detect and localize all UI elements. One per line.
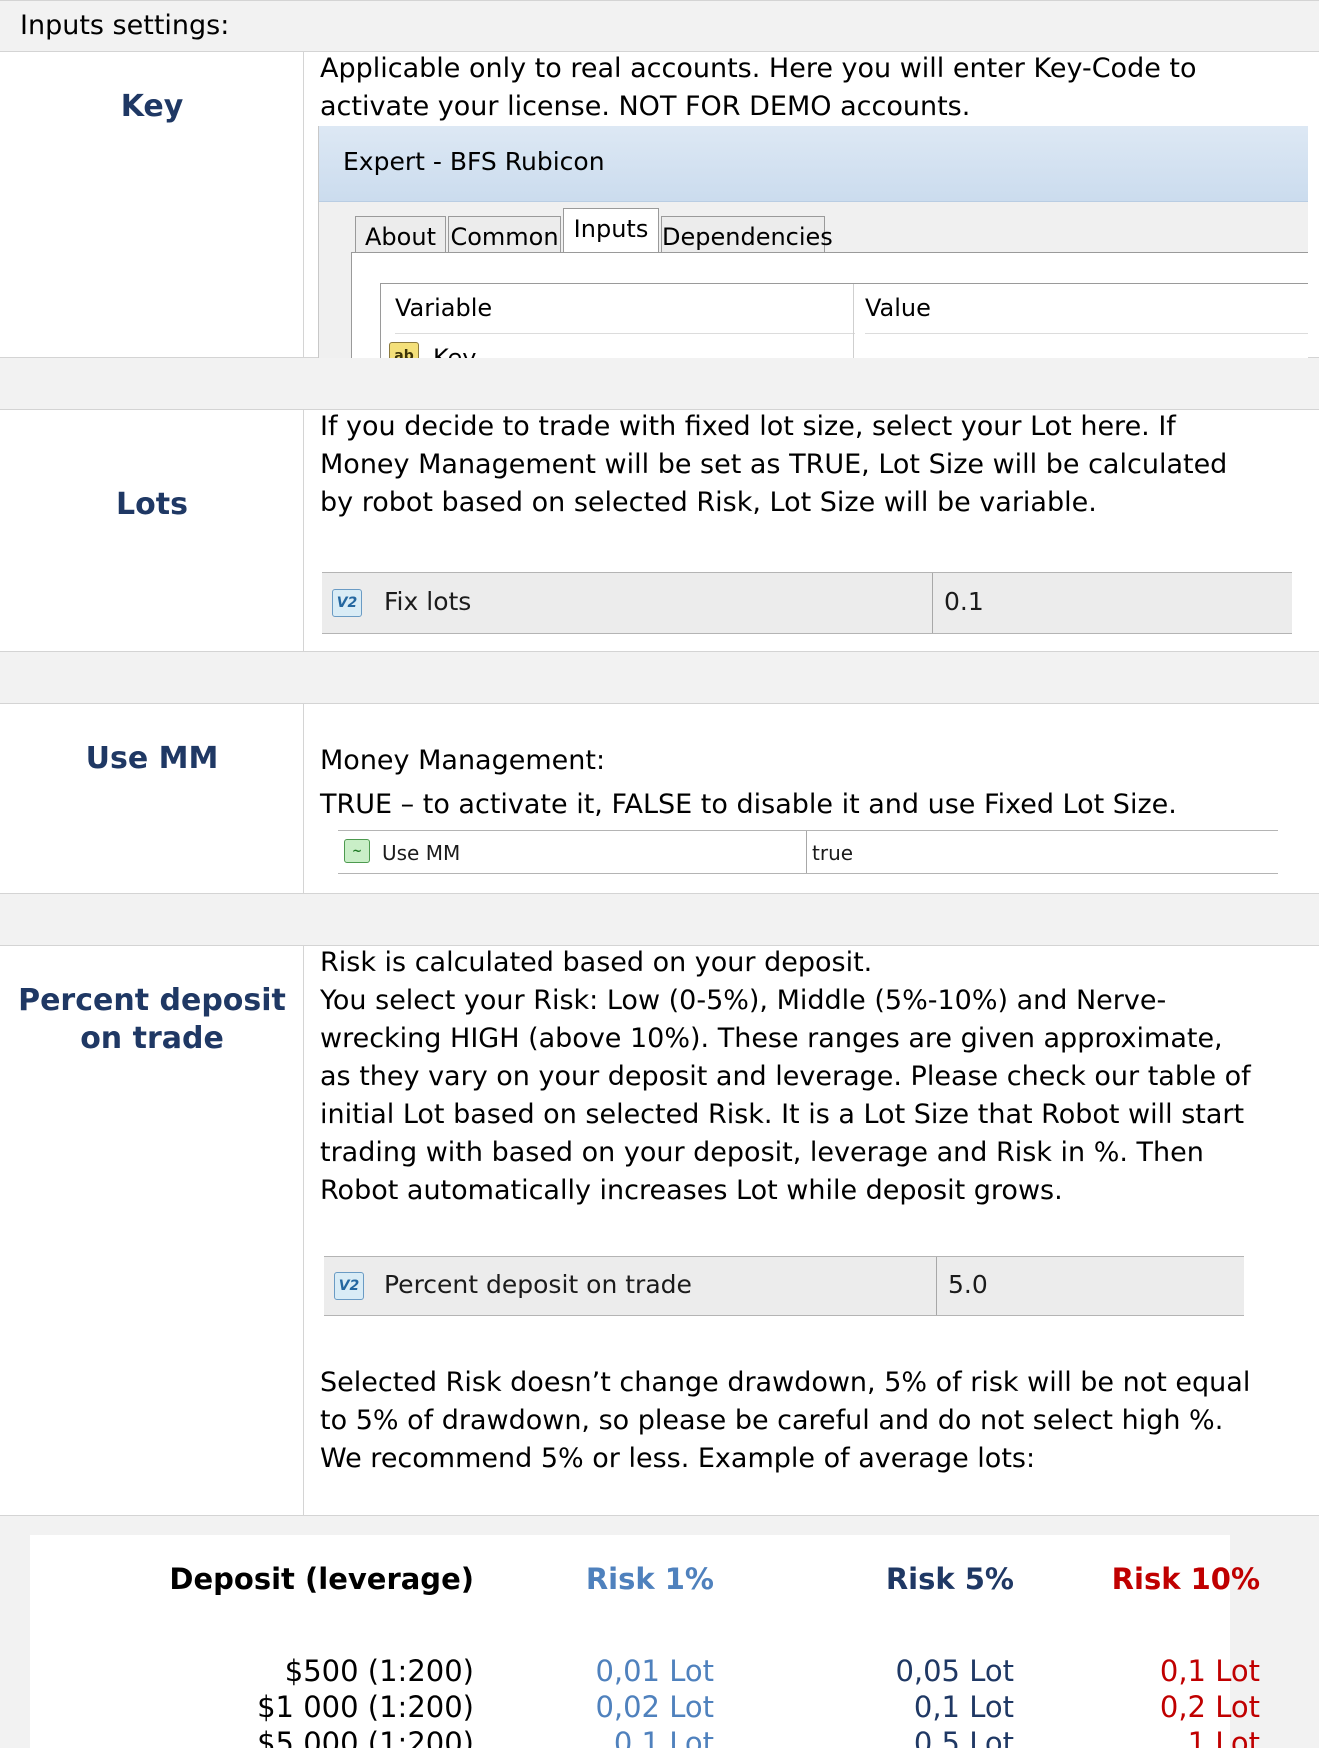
table-cell: 0,01 Lot — [595, 1654, 714, 1688]
fix-lots-variable: Fix lots — [384, 587, 472, 616]
use-mm-description: Money Management: TRUE – to activate it,… — [320, 742, 1301, 824]
use-mm-label: Use MM — [85, 741, 219, 776]
table-header-risk-10: Risk 10% — [1111, 1562, 1260, 1596]
lots-desc-line-3: by robot based on selected Risk, Lot Siz… — [320, 487, 1097, 518]
table-cell: 0,1 Lot — [913, 1690, 1014, 1724]
table-cell: 0,1 Lot — [613, 1726, 714, 1748]
average-lots-table: Deposit (leverage) Risk 1% Risk 5% Risk … — [30, 1535, 1260, 1748]
table-cell: 0,2 Lot — [1159, 1690, 1260, 1724]
pd-line-4: as they vary on your deposit and leverag… — [320, 1061, 1251, 1092]
pd-line-1: Risk is calculated based on your deposit… — [320, 947, 873, 978]
key-desc-line-2: activate your license. NOT FOR DEMO acco… — [320, 91, 971, 122]
table-cell: $500 (1:200) — [284, 1654, 474, 1688]
fix-lots-value[interactable]: 0.1 — [944, 587, 984, 616]
page: Inputs settings: Key Applicable only to … — [0, 0, 1319, 1748]
lots-desc-line-2: Money Management will be set as TRUE, Lo… — [320, 449, 1228, 480]
pd-line-2: You select your Risk: Low (0-5%), Middle… — [320, 985, 1167, 1016]
section-gap — [0, 652, 1319, 704]
percent-deposit-variable: Percent deposit on trade — [384, 1270, 692, 1299]
bool-param-icon: ~ — [344, 839, 370, 863]
percent-deposit-param-row[interactable]: V2 Percent deposit on trade 5.0 — [324, 1256, 1244, 1316]
table-cell: $1 000 (1:200) — [257, 1690, 474, 1724]
table-cell: 0,5 Lot — [913, 1726, 1014, 1748]
lots-label: Lots — [116, 487, 188, 522]
dialog-title: Expert - BFS Rubicon — [343, 147, 605, 176]
double-param-icon: V2 — [334, 1272, 364, 1300]
table-header-risk-5: Risk 5% — [885, 1562, 1014, 1596]
table-cell: 0,02 Lot — [595, 1690, 714, 1724]
percent-deposit-label-line-1: Percent deposit — [18, 983, 286, 1018]
table-cell: $5 000 (1:200) — [257, 1726, 474, 1748]
percent-deposit-description: Risk is calculated based on your deposit… — [320, 944, 1301, 1210]
table-cell: 1 Lot — [1187, 1726, 1260, 1748]
fix-lots-param-row[interactable]: V2 Fix lots 0.1 — [322, 572, 1292, 634]
use-mm-variable: Use MM — [382, 841, 461, 865]
param-column-separator — [806, 831, 807, 873]
key-description: Applicable only to real accounts. Here y… — [320, 50, 1301, 126]
inputs-settings-header: Inputs settings: — [0, 0, 1319, 52]
section-gap — [0, 894, 1319, 946]
double-param-icon: V2 — [332, 589, 362, 617]
use-mm-param-row[interactable]: ~ Use MM true — [338, 830, 1278, 874]
column-header-value[interactable]: Value — [865, 284, 1308, 334]
percent-deposit-label-cell: Percent deposit on trade — [0, 946, 304, 1515]
param-column-separator — [936, 1257, 937, 1315]
pd-note-line-2: to 5% of drawdown, so please be careful … — [320, 1405, 1224, 1436]
header-title: Inputs settings: — [20, 10, 230, 41]
table-cell: 0,05 Lot — [895, 1654, 1014, 1688]
table-header-deposit: Deposit (leverage) — [169, 1562, 474, 1596]
lots-description: If you decide to trade with fixed lot si… — [320, 408, 1301, 522]
percent-deposit-value[interactable]: 5.0 — [948, 1270, 988, 1299]
percent-deposit-row: Percent deposit on trade Risk is calcula… — [0, 946, 1319, 1516]
lots-label-cell: Lots — [0, 410, 304, 651]
pd-line-6: trading with based on your deposit, leve… — [320, 1137, 1204, 1168]
dialog-titlebar: Expert - BFS Rubicon — [319, 126, 1308, 202]
use-mm-desc-line-2: TRUE – to activate it, FALSE to disable … — [320, 789, 1177, 820]
table-cell: 0,1 Lot — [1159, 1654, 1260, 1688]
pd-line-7: Robot automatically increases Lot while … — [320, 1175, 1063, 1206]
section-gap — [0, 358, 1319, 410]
pd-note-line-1: Selected Risk doesn’t change drawdown, 5… — [320, 1367, 1251, 1398]
key-label: Key — [120, 89, 184, 124]
percent-deposit-note: Selected Risk doesn’t change drawdown, 5… — [320, 1364, 1301, 1478]
pd-note-line-3: We recommend 5% or less. Example of aver… — [320, 1443, 1036, 1474]
key-label-cell: Key — [0, 52, 304, 357]
table-header-risk-1: Risk 1% — [585, 1562, 714, 1596]
tab-inputs[interactable]: Inputs — [563, 208, 659, 258]
use-mm-label-cell: Use MM — [0, 704, 304, 893]
lots-desc-line-1: If you decide to trade with fixed lot si… — [320, 411, 1176, 442]
percent-deposit-label-line-2: on trade — [80, 1021, 224, 1056]
use-mm-desc-line-1: Money Management: — [320, 745, 606, 776]
pd-line-3: wrecking HIGH (above 10%). These ranges … — [320, 1023, 1223, 1054]
use-mm-value[interactable]: true — [812, 841, 853, 865]
column-header-variable[interactable]: Variable — [395, 284, 855, 334]
param-column-separator — [932, 573, 933, 633]
pd-line-5: initial Lot based on selected Risk. It i… — [320, 1099, 1245, 1130]
key-desc-line-1: Applicable only to real accounts. Here y… — [320, 53, 1197, 84]
